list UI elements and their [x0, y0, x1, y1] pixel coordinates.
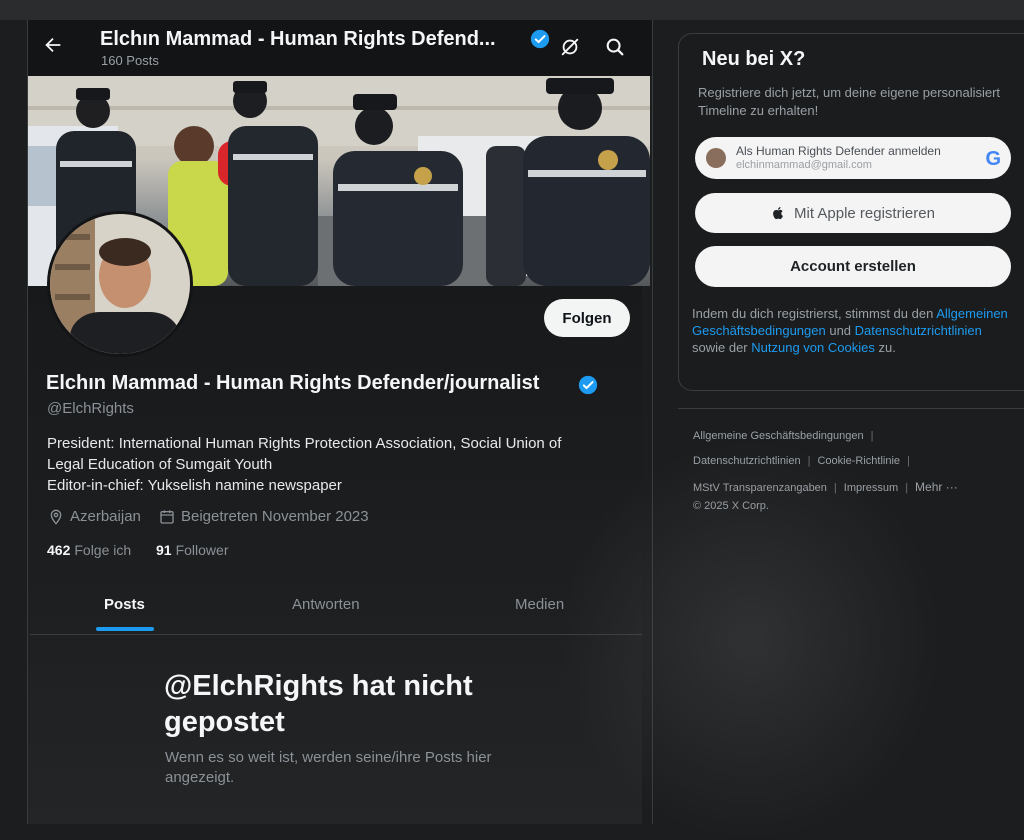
calendar-icon: [160, 509, 174, 524]
footer-copyright: © 2025 X Corp.: [693, 500, 769, 512]
tabs-divider: [30, 634, 642, 635]
back-arrow-icon[interactable]: [42, 34, 64, 56]
cookies-link[interactable]: Nutzung von Cookies: [751, 340, 875, 355]
footer-row: Datenschutzrichtlinien | Cookie-Richtlinie…: [693, 455, 917, 467]
following-stat[interactable]: 462 Folge ich: [47, 542, 131, 558]
google-signin-label: Als Human Rights Defender anmelden: [736, 144, 941, 158]
main-column-border: [652, 20, 653, 824]
following-label: Folge ich: [74, 542, 132, 558]
footer-more-link[interactable]: Mehr ···: [915, 480, 958, 494]
bio-line: Editor-in-chief: Yukselish namine newspa…: [47, 477, 342, 494]
legal-mid: sowie der: [692, 340, 748, 355]
tab-media[interactable]: Medien: [515, 596, 564, 613]
verified-badge-icon: [530, 29, 550, 49]
header-post-count: 160 Posts: [101, 53, 159, 68]
right-column-divider: [678, 408, 1024, 409]
legal-suffix: zu.: [878, 340, 896, 355]
profile-header: Elchın Mammad - Human Rights Defend... 1…: [28, 20, 652, 76]
search-icon[interactable]: [604, 36, 626, 58]
signup-title: Neu bei X?: [702, 48, 806, 70]
apple-logo-icon: [773, 206, 783, 220]
followers-label: Follower: [175, 542, 229, 558]
footer-separator: |: [907, 455, 910, 467]
footer-mstv-link[interactable]: MStV Transparenzangaben: [693, 482, 827, 494]
footer-impressum-link[interactable]: Impressum: [844, 482, 898, 494]
footer-privacy-link[interactable]: Datenschutzrichtlinien: [693, 455, 801, 467]
apple-signup-button[interactable]: Mit Apple registrieren: [695, 193, 1011, 233]
bio-line: President: International Human Rights Pr…: [47, 435, 562, 452]
active-tab-indicator: [96, 627, 154, 631]
signup-legal-text: Indem du dich registrierst, stimmst du d…: [692, 305, 1012, 356]
followers-count: 91: [156, 542, 172, 558]
create-account-button[interactable]: Account erstellen: [695, 246, 1011, 287]
apple-signup-label: Mit Apple registrieren: [794, 204, 935, 222]
follow-button[interactable]: Folgen: [544, 299, 630, 337]
google-signin-button[interactable]: Als Human Rights Defender anmelden elchi…: [695, 137, 1011, 179]
footer-cookies-link[interactable]: Cookie-Richtlinie: [817, 455, 900, 467]
tab-posts[interactable]: Posts: [104, 596, 145, 613]
footer-terms-link[interactable]: Allgemeine Geschäftsbedingungen: [693, 430, 864, 442]
footer-row: Allgemeine Geschäftsbedingungen |: [693, 430, 880, 442]
avatar-photo: [50, 214, 190, 354]
footer-separator: |: [905, 482, 909, 494]
empty-state-title: @ElchRights hat nicht gepostet: [164, 670, 473, 738]
joined-text: Beigetreten November 2023: [181, 508, 369, 525]
grok-icon[interactable]: [559, 36, 581, 58]
footer-separator: |: [833, 482, 837, 494]
footer-row: MStV Transparenzangaben | Impressum | Mehr ·…: [693, 480, 958, 494]
followers-stat[interactable]: 91 Follower: [156, 542, 228, 558]
profile-handle: @ElchRights: [47, 400, 134, 417]
bio-line: Legal Education of Sumgait Youth: [47, 456, 273, 473]
verified-badge-icon: [578, 375, 598, 395]
privacy-link[interactable]: Datenschutzrichtlinien: [855, 323, 982, 338]
empty-state-subtitle: Wenn es so weit ist, werden seine/ihre P…: [165, 749, 492, 786]
following-count: 462: [47, 542, 71, 558]
google-logo-icon: G: [985, 148, 1001, 170]
profile-display-name: Elchın Mammad - Human Rights Defender/jo…: [46, 372, 540, 394]
google-account-avatar: [706, 148, 726, 168]
monitor-bezel: [0, 0, 1024, 20]
location-text: Azerbaijan: [70, 508, 141, 525]
footer-separator: |: [807, 455, 811, 467]
signup-description: Registriere dich jetzt, um deine eigene …: [698, 85, 1001, 118]
legal-prefix: Indem du dich registrierst, stimmst du d…: [692, 306, 934, 321]
profile-avatar[interactable]: [47, 211, 193, 357]
profile-joined-date: Beigetreten November 2023: [159, 508, 369, 525]
footer-separator: |: [870, 430, 874, 442]
profile-location: Azerbaijan: [48, 508, 141, 525]
legal-and: und: [829, 323, 852, 338]
google-account-email: elchinmammad@gmail.com: [736, 159, 872, 171]
tab-replies[interactable]: Antworten: [292, 596, 360, 613]
header-title: Elchın Mammad - Human Rights Defend...: [100, 28, 496, 50]
location-pin-icon: [50, 509, 62, 525]
profile-bio: President: International Human Rights Pr…: [47, 433, 617, 496]
